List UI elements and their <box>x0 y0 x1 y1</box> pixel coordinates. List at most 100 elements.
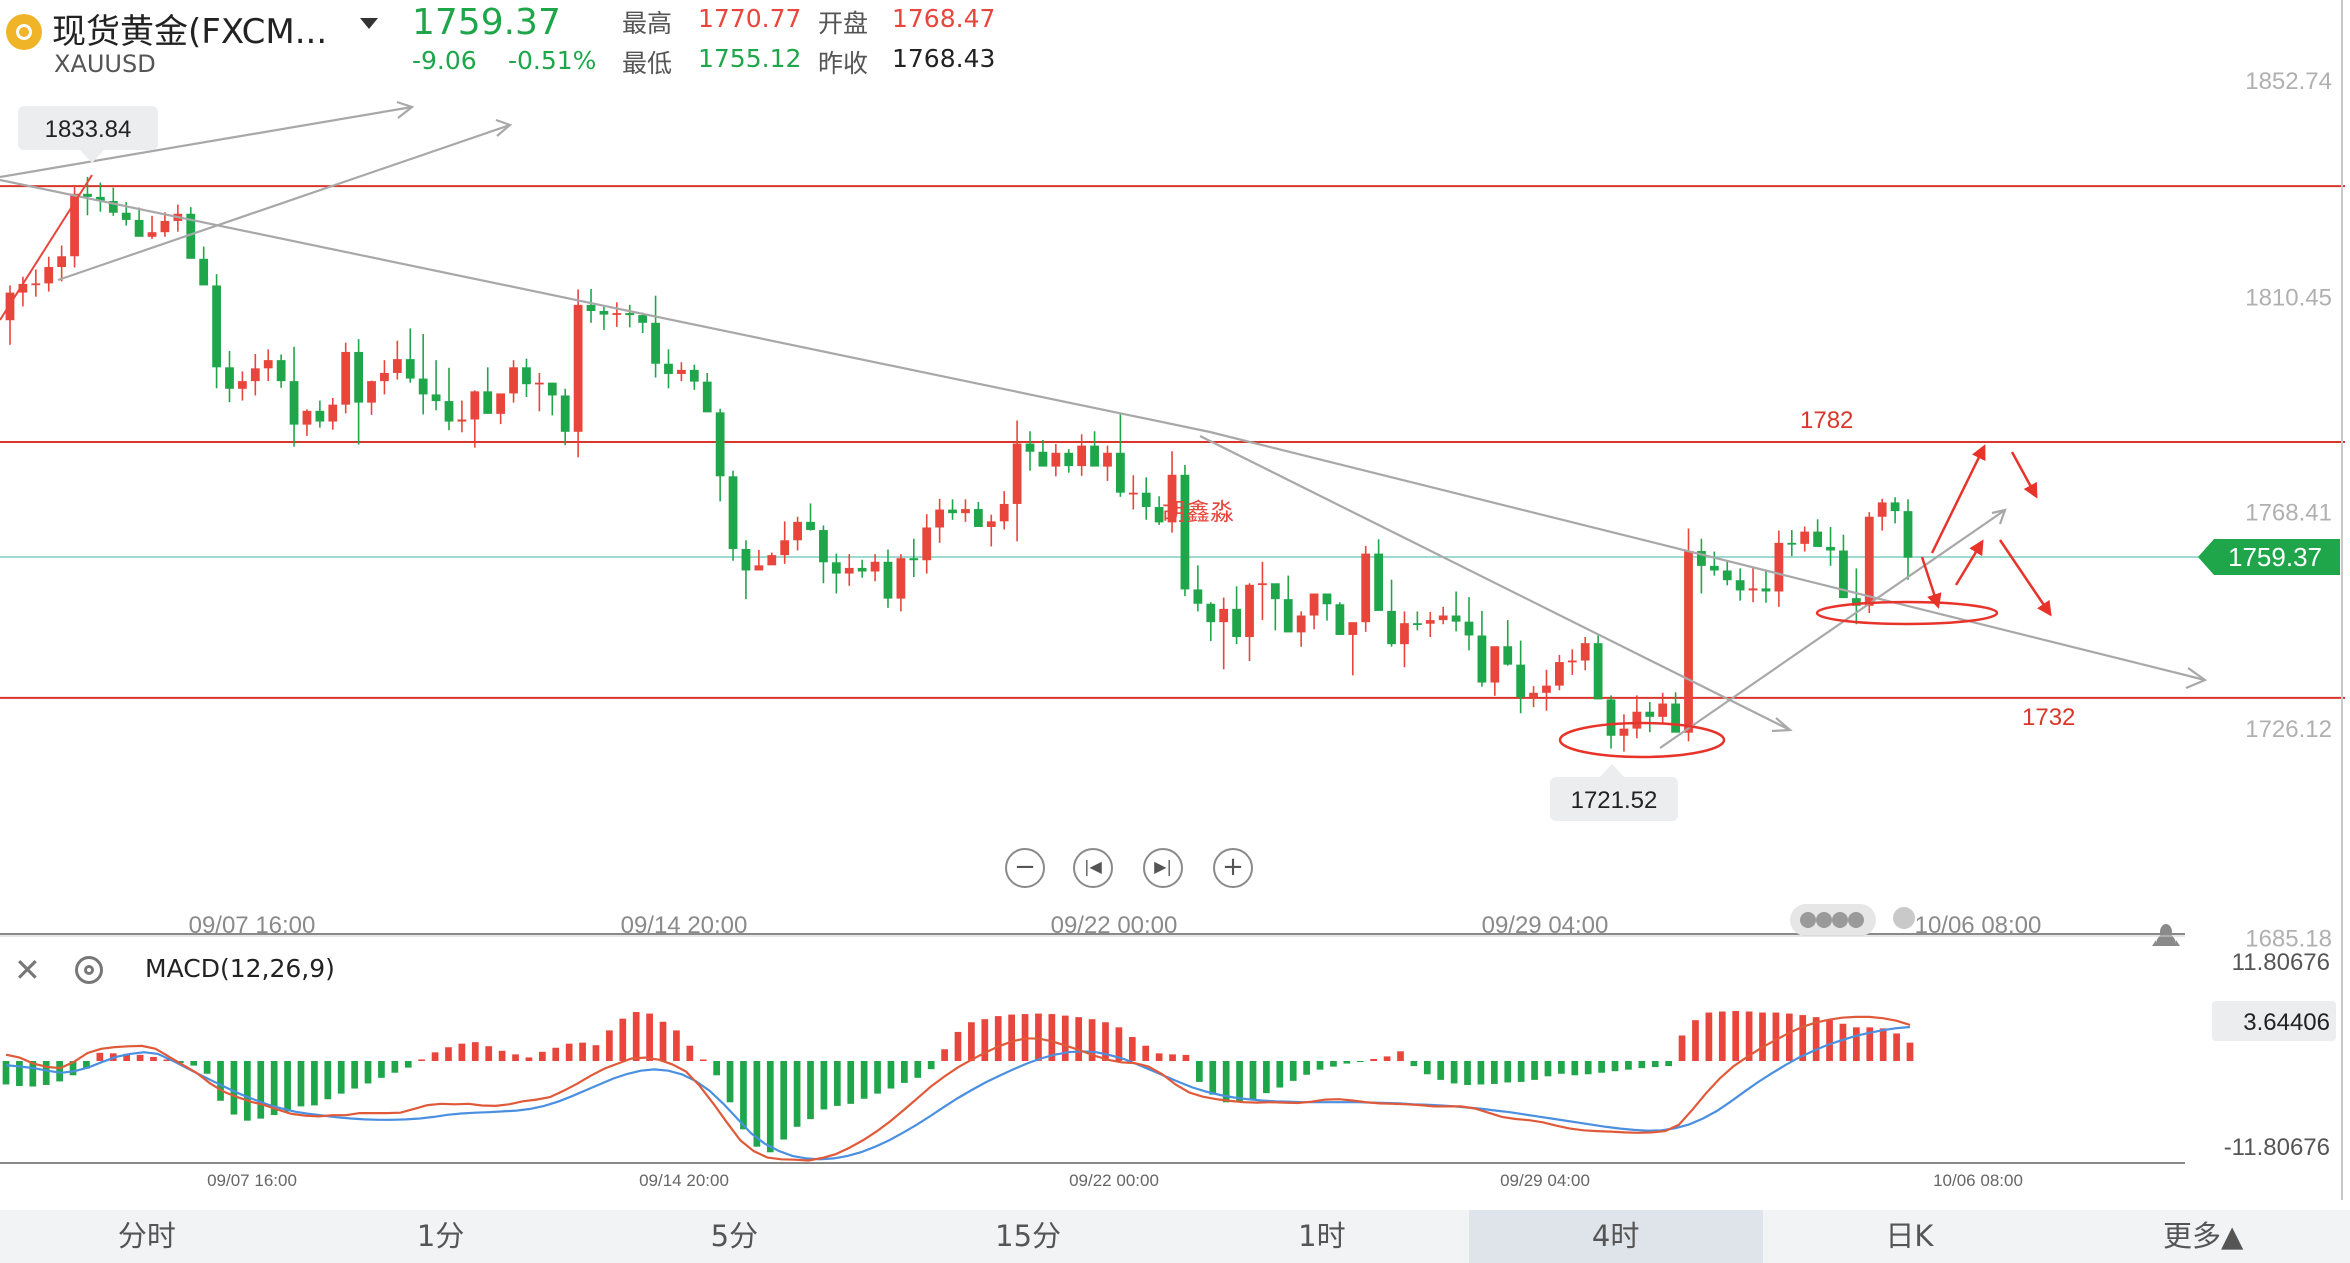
settings-icon[interactable] <box>75 956 103 984</box>
candle <box>238 371 247 401</box>
caret-down-icon[interactable] <box>360 18 378 29</box>
zoom-out-icon[interactable]: − <box>1005 848 1045 888</box>
candle-body <box>1593 643 1603 700</box>
candle-body <box>1735 580 1745 591</box>
candle-body <box>1890 502 1900 512</box>
candle-body <box>1658 703 1668 717</box>
candle-body <box>754 565 764 571</box>
candle-body <box>160 220 170 233</box>
close-icon[interactable]: ✕ <box>14 954 41 986</box>
zoom-in-icon[interactable]: + <box>1213 848 1253 888</box>
candle-body <box>199 258 209 286</box>
skip-back-icon[interactable]: |◀ <box>1073 848 1113 888</box>
macd-histogram-bar <box>364 1061 372 1084</box>
tab-timeframe[interactable]: 1分 <box>294 1210 588 1263</box>
macd-indicator-label[interactable]: MACD(12,26,9) <box>145 954 335 983</box>
candle <box>1051 444 1061 477</box>
candle-body <box>896 558 906 599</box>
macd-histogram-bar <box>1383 1056 1391 1061</box>
prev-close-value: 1768.43 <box>892 44 996 73</box>
candle-body <box>328 404 338 422</box>
candle-body <box>1400 623 1409 645</box>
macd-histogram-bar <box>498 1050 506 1061</box>
candle-body <box>1322 593 1332 605</box>
candle <box>354 339 364 445</box>
macd-histogram-bar <box>1450 1061 1458 1084</box>
marked-low-label: 1721.52 <box>1571 787 1658 814</box>
tab-timeframe[interactable]: 日K <box>1763 1210 2057 1263</box>
candle <box>1632 695 1642 739</box>
instrument-symbol: XAUUSD <box>54 50 156 78</box>
candle-body <box>1632 711 1642 729</box>
trend-lines <box>0 100 2208 749</box>
scroll-indicator-dots[interactable] <box>1790 904 1915 936</box>
macd-histogram-bar <box>740 1061 747 1130</box>
candle-body <box>263 360 273 369</box>
macd-histogram-bar <box>941 1049 948 1061</box>
candle <box>457 400 467 433</box>
low-value: 1755.12 <box>698 44 802 73</box>
candle-body <box>831 562 841 574</box>
price-axis-label: 1768.41 <box>2245 500 2332 527</box>
tab-timeframe[interactable]: 更多▲ <box>2056 1210 2350 1263</box>
macd-histogram-bar <box>297 1061 305 1107</box>
candle <box>935 498 945 543</box>
price-axis-label: 1726.12 <box>2245 716 2332 743</box>
candle-body <box>1554 662 1564 686</box>
candle <box>328 398 338 430</box>
candle-body <box>973 509 983 527</box>
candle-body <box>702 381 712 413</box>
candle <box>922 514 932 574</box>
macd-histogram-bar <box>1142 1045 1150 1061</box>
macd-histogram-bar <box>230 1061 238 1115</box>
candle-body <box>767 555 777 566</box>
candle <box>1503 620 1513 666</box>
macd-histogram-bar <box>324 1061 332 1100</box>
quote-header: 现货黄金(FXCM... XAUUSD 1759.37 -9.06 -0.51%… <box>0 0 2350 88</box>
candle-body <box>1090 445 1099 467</box>
macd-histogram-bar <box>1075 1017 1083 1061</box>
candle <box>1025 431 1035 471</box>
candle <box>638 312 648 334</box>
candle <box>1890 497 1900 524</box>
macd-histogram-bar <box>807 1061 814 1120</box>
tab-timeframe[interactable]: 分时 <box>0 1210 294 1263</box>
candle <box>1206 602 1216 642</box>
macd-histogram-bar <box>136 1054 144 1061</box>
candle-body <box>121 212 131 220</box>
candle <box>1619 714 1629 752</box>
level-label-1782: 1782 <box>1800 407 1853 434</box>
candle-body <box>573 304 583 432</box>
macd-histogram-bar <box>927 1061 935 1070</box>
macd-histogram-bar <box>1464 1061 1471 1085</box>
tab-timeframe[interactable]: 1时 <box>1175 1210 1469 1263</box>
macd-histogram-bar <box>1236 1061 1243 1102</box>
instrument-title[interactable]: 现货黄金(FXCM... <box>52 4 327 53</box>
skip-forward-icon[interactable]: ▶| <box>1143 848 1183 888</box>
candle-body <box>961 509 970 514</box>
macd-histogram-bar <box>1289 1061 1297 1081</box>
macd-histogram-bar <box>592 1045 600 1061</box>
candle <box>986 514 996 547</box>
candle-body <box>1374 553 1384 611</box>
candle-body <box>651 322 660 364</box>
tab-timeframe[interactable]: 4时 <box>1468 1210 1763 1263</box>
candle <box>1877 498 1887 531</box>
candle <box>367 380 376 415</box>
tab-timeframe[interactable]: 5分 <box>588 1210 882 1263</box>
macd-histogram-bar <box>1879 1028 1887 1061</box>
candle <box>315 400 325 428</box>
candle-body <box>1438 615 1448 621</box>
candle-body <box>1722 570 1732 581</box>
candlestick-chart[interactable]: 1852.741810.451768.411726.121685.18 1782… <box>0 0 2350 1210</box>
candle <box>806 503 815 531</box>
candle <box>612 302 622 327</box>
candle-body <box>444 401 454 422</box>
macd-histogram-bar <box>1356 1061 1364 1063</box>
candle-body <box>677 369 686 374</box>
candle-body <box>999 503 1009 522</box>
candle-body <box>405 359 415 379</box>
candle-body <box>1051 452 1061 467</box>
tab-timeframe[interactable]: 15分 <box>881 1210 1175 1263</box>
macd-histogram-bar <box>391 1061 399 1073</box>
